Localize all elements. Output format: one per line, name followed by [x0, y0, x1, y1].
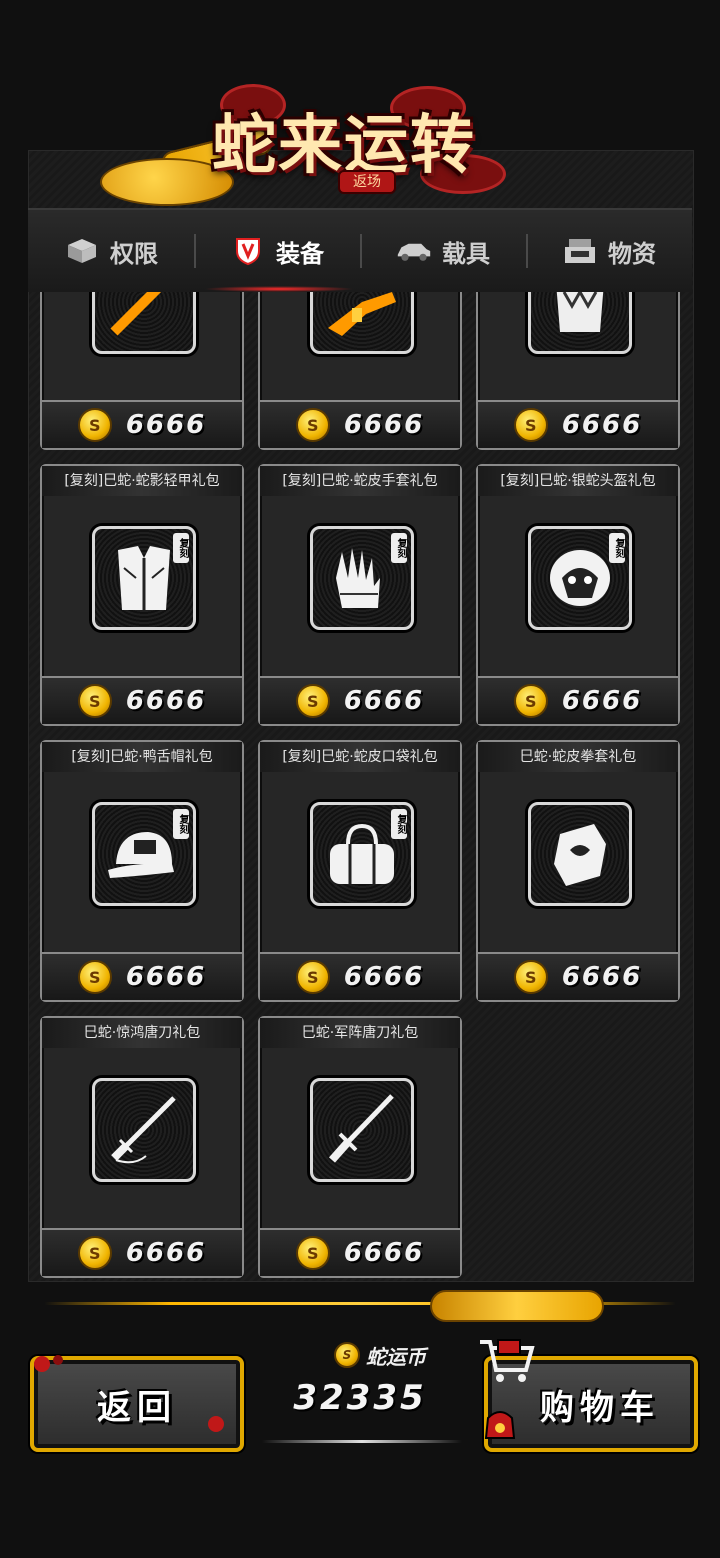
snake-coin-icon: S — [77, 408, 112, 442]
item-price: 6666 — [343, 410, 425, 440]
item-price: 6666 — [125, 410, 207, 440]
reprint-badge: 复刻 — [391, 533, 407, 563]
snake-coin-icon: S — [295, 960, 330, 994]
tab-label: 权限 — [110, 239, 158, 268]
snake-coin-icon: S — [334, 1342, 360, 1368]
price-bar: S 6666 — [260, 952, 460, 1000]
golden-rifle-icon — [310, 292, 414, 354]
light-armor-icon: 复刻 — [92, 526, 196, 630]
reprint-badge: 复刻 — [391, 809, 407, 839]
currency-balance: 32335 — [293, 1378, 427, 1418]
gloves-icon: 复刻 — [310, 526, 414, 630]
item-card[interactable]: [复刻]巳蛇·蛇皮手套礼包 复刻 S 6666 — [258, 464, 462, 726]
army-sword-icon — [310, 1078, 414, 1182]
item-card[interactable]: [复刻]巳蛇·蛇影轻甲礼包 复刻 S 6666 — [40, 464, 244, 726]
snake-coin-icon: S — [77, 960, 112, 994]
item-name: [复刻]巳蛇·蛇皮手套礼包 — [260, 466, 460, 496]
plum-blossom-icon — [34, 1355, 63, 1372]
helmet-icon: 复刻 — [528, 526, 632, 630]
item-price: 6666 — [125, 1238, 207, 1268]
item-card[interactable]: [复刻]巳蛇·银蛇头盔礼包 复刻 S 6666 — [476, 464, 680, 726]
golden-snake-icon — [430, 1290, 604, 1322]
item-card[interactable]: [复刻]巳蛇·鸭舌帽礼包 复刻 S 6666 — [40, 740, 244, 1002]
price-bar: S 6666 — [260, 1228, 460, 1276]
snake-coin-icon: S — [513, 408, 548, 442]
golden-staff-icon — [92, 292, 196, 354]
tab-permissions[interactable]: 权限 — [28, 210, 194, 292]
snake-coin-icon: S — [295, 1236, 330, 1270]
item-name: 巳蛇·军阵唐刀礼包 — [260, 1018, 460, 1048]
item-card[interactable]: S 6666 — [258, 292, 462, 450]
item-price: 6666 — [343, 1238, 425, 1268]
snake-coin-icon: S — [295, 408, 330, 442]
reprint-badge: 复刻 — [173, 809, 189, 839]
tab-equipment[interactable]: 装备 — [194, 210, 360, 292]
price-bar: S 6666 — [42, 676, 242, 724]
snake-coin-icon: S — [513, 960, 548, 994]
item-price: 6666 — [343, 686, 425, 716]
item-name: [复刻]巳蛇·鸭舌帽礼包 — [42, 742, 242, 772]
box-icon — [64, 236, 100, 266]
item-card[interactable]: [复刻]巳蛇·蛇皮口袋礼包 复刻 S 6666 — [258, 740, 462, 1002]
item-card[interactable]: 巳蛇·军阵唐刀礼包 S 6666 — [258, 1016, 462, 1278]
event-title-logo: 蛇来运转 返场 — [100, 78, 540, 218]
item-name: 巳蛇·惊鸿唐刀礼包 — [42, 1018, 242, 1048]
snake-coin-icon: S — [77, 1236, 112, 1270]
item-name: [复刻]巳蛇·蛇皮口袋礼包 — [260, 742, 460, 772]
price-bar: S 6666 — [42, 1228, 242, 1276]
tab-label: 装备 — [276, 239, 324, 268]
tang-sword-icon — [92, 1078, 196, 1182]
shield-icon — [230, 236, 266, 266]
reprint-badge: 复刻 — [609, 533, 625, 563]
car-icon — [396, 236, 432, 266]
cart-button-label: 购物车 — [540, 1387, 660, 1428]
price-bar: S 6666 — [478, 400, 678, 448]
tab-label: 物资 — [608, 239, 656, 268]
item-card[interactable]: 巳蛇·蛇皮拳套礼包 S 6666 — [476, 740, 680, 1002]
cash-register-icon — [562, 236, 598, 266]
currency-name: 蛇运币 — [366, 1344, 426, 1369]
snake-coin-icon: S — [513, 684, 548, 718]
currency-label: S 蛇运币 — [300, 1340, 460, 1370]
snake-armor-icon — [528, 292, 632, 354]
cap-icon: 复刻 — [92, 802, 196, 906]
reprint-badge: 复刻 — [173, 533, 189, 563]
item-price: 6666 — [125, 686, 207, 716]
item-price: 6666 — [343, 962, 425, 992]
tab-supplies[interactable]: 物资 — [526, 210, 692, 292]
item-name: [复刻]巳蛇·蛇影轻甲礼包 — [42, 466, 242, 496]
price-bar: S 6666 — [478, 952, 678, 1000]
item-name: [复刻]巳蛇·银蛇头盔礼包 — [478, 466, 678, 496]
fist-wrap-icon — [528, 802, 632, 906]
snake-coin-icon: S — [295, 684, 330, 718]
plum-blossom-icon — [208, 1416, 224, 1432]
snake-coin-icon: S — [77, 684, 112, 718]
back-button-label: 返回 — [97, 1387, 177, 1428]
item-card[interactable]: 巳蛇·惊鸿唐刀礼包 S 6666 — [40, 1016, 244, 1278]
item-card[interactable]: S 6666 — [40, 292, 244, 450]
price-bar: S 6666 — [260, 676, 460, 724]
category-tabs: 权限 装备 载具 物资 — [28, 208, 692, 292]
item-price: 6666 — [561, 686, 643, 716]
lucky-bag-icon — [484, 1411, 516, 1439]
price-bar: S 6666 — [42, 952, 242, 1000]
item-name: 巳蛇·蛇皮拳套礼包 — [478, 742, 678, 772]
item-price: 6666 — [561, 410, 643, 440]
item-card[interactable]: S 6666 — [476, 292, 680, 450]
item-price: 6666 — [561, 962, 643, 992]
price-bar: S 6666 — [42, 400, 242, 448]
bag-icon: 复刻 — [310, 802, 414, 906]
shopping-cart-icon — [480, 1339, 535, 1382]
tab-label: 载具 — [442, 239, 490, 268]
event-badge: 返场 — [338, 170, 396, 194]
tab-vehicles[interactable]: 载具 — [360, 210, 526, 292]
item-price: 6666 — [125, 962, 207, 992]
currency-underline — [262, 1440, 462, 1443]
price-bar: S 6666 — [478, 676, 678, 724]
item-grid: S 6666 S 6666 S 6666 [复刻]巳蛇·蛇影轻甲礼包 复刻 S … — [28, 292, 692, 1280]
price-bar: S 6666 — [260, 400, 460, 448]
